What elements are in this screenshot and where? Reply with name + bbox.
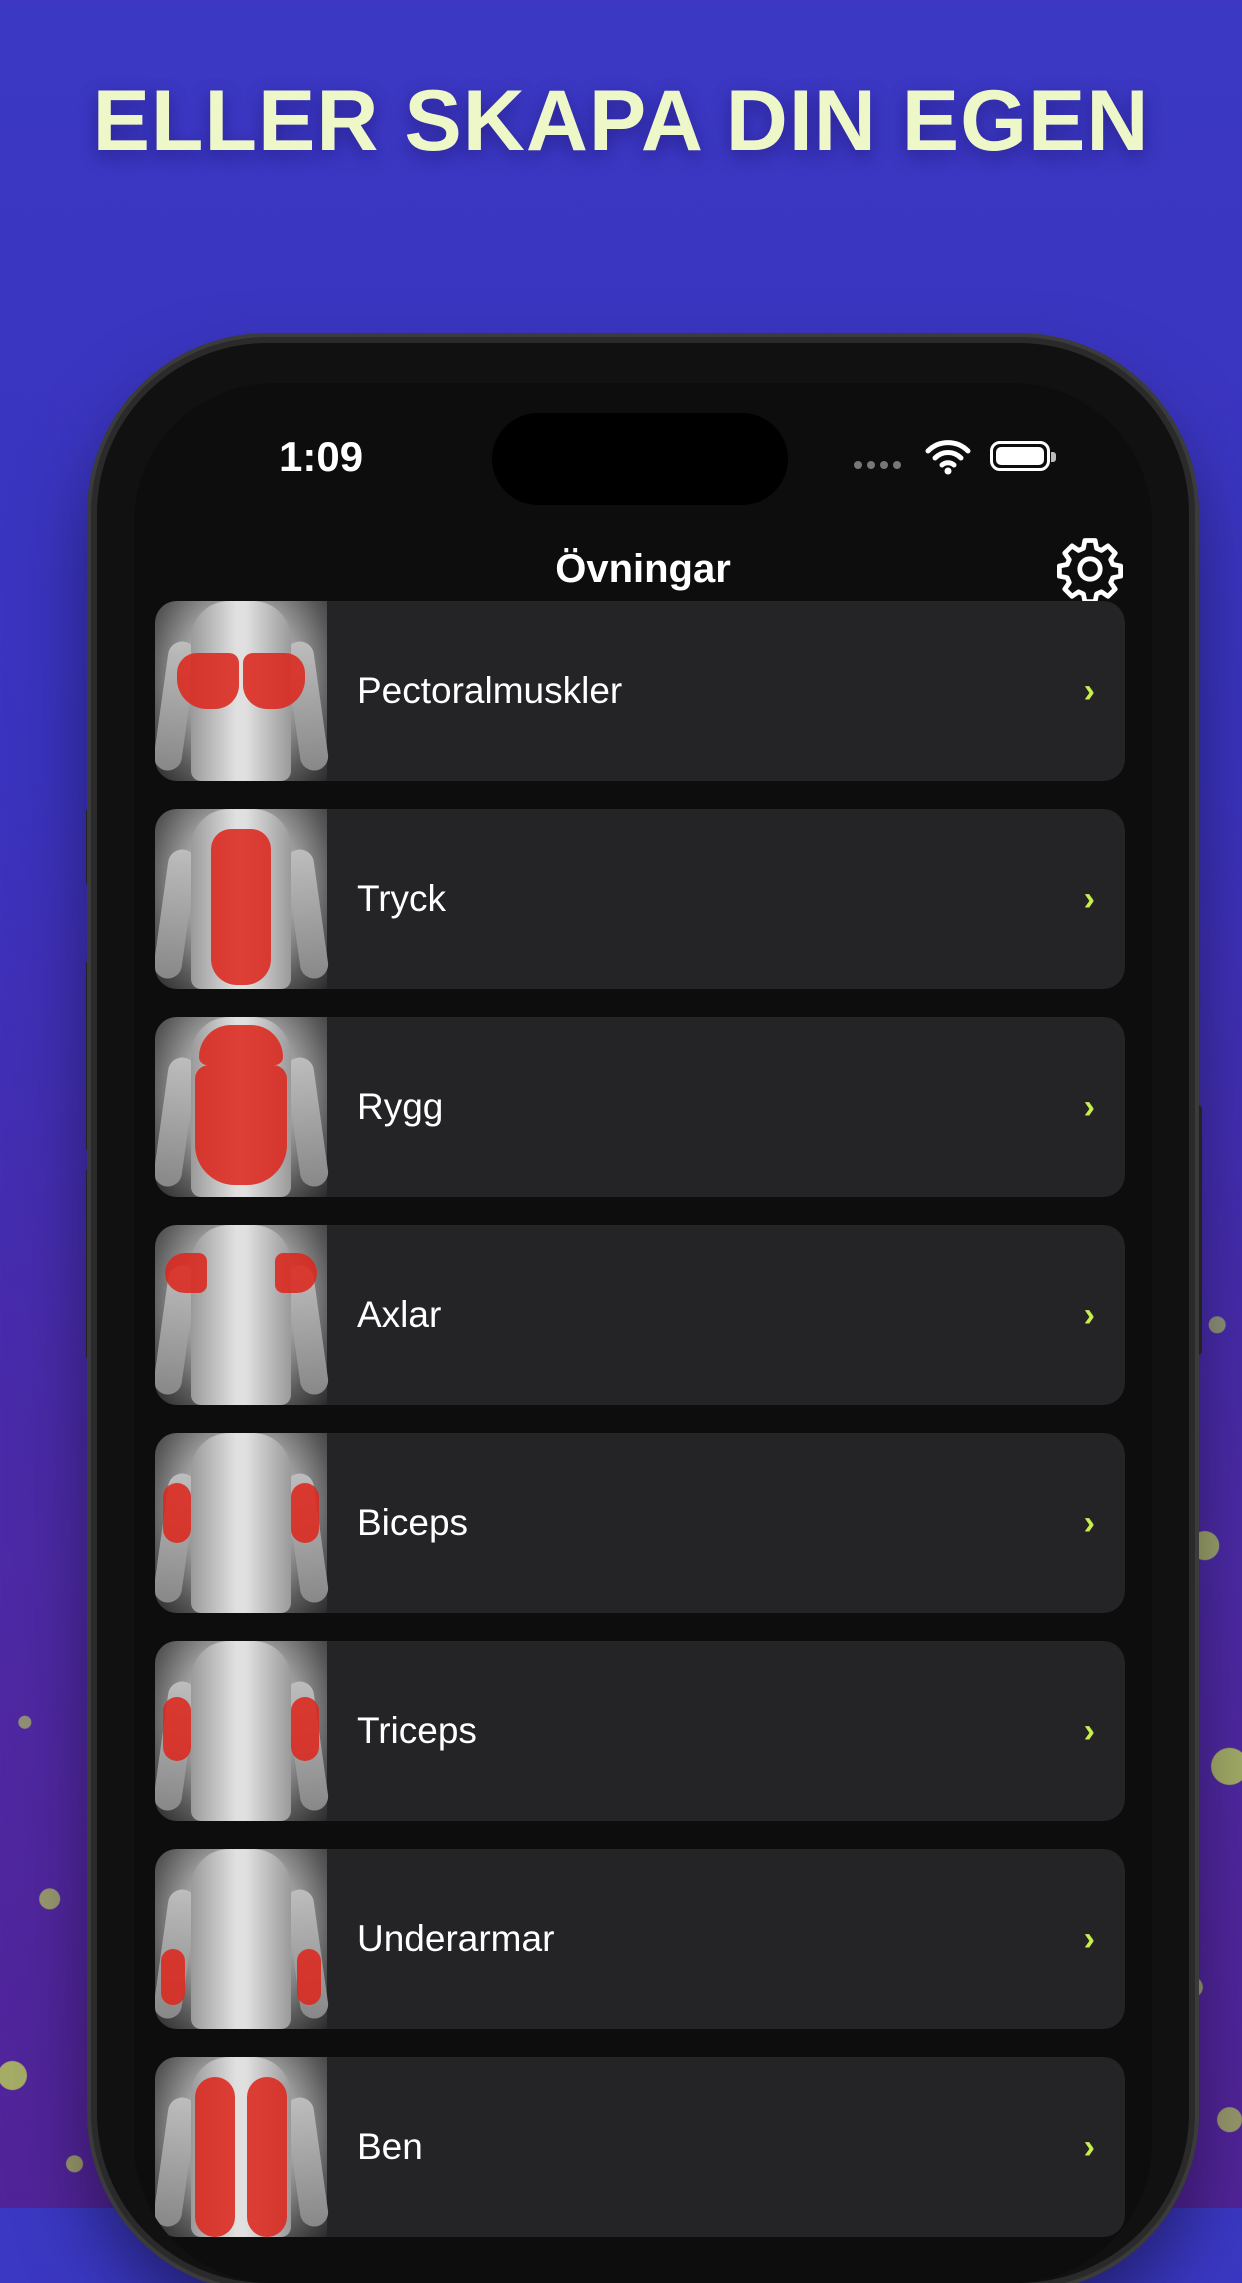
legs-muscle-image xyxy=(155,2057,330,2237)
list-item-triceps[interactable]: Triceps › xyxy=(155,1641,1125,1821)
battery-icon xyxy=(990,441,1056,471)
list-item-label: Biceps xyxy=(357,1502,469,1543)
chevron-right-icon: › xyxy=(1083,2128,1095,2166)
list-item-underarmar[interactable]: Underarmar › xyxy=(155,1849,1125,2029)
power-button xyxy=(1192,1105,1202,1355)
list-item-tryck[interactable]: Tryck › xyxy=(155,809,1125,989)
page-title: Övningar xyxy=(555,547,731,591)
list-item-label: Pectoralmuskler xyxy=(357,670,623,711)
app-screen: 1:09 Övningar Pectoralmuskler › Tryck › … xyxy=(134,383,1152,2283)
triceps-muscle-image xyxy=(155,1641,330,1821)
list-item-pectoralmuskler[interactable]: Pectoralmuskler › xyxy=(155,601,1125,781)
chevron-right-icon: › xyxy=(1083,1920,1095,1958)
chevron-right-icon: › xyxy=(1083,880,1095,918)
list-item-label: Tryck xyxy=(357,878,447,919)
gear-icon[interactable] xyxy=(1054,533,1126,605)
promo-headline: ELLER SKAPA DIN EGEN xyxy=(92,73,1150,169)
list-item-biceps[interactable]: Biceps › xyxy=(155,1433,1125,1613)
volume-up-button xyxy=(86,960,96,1152)
back-muscle-image xyxy=(155,1017,330,1197)
list-item-axlar[interactable]: Axlar › xyxy=(155,1225,1125,1405)
wifi-icon xyxy=(925,440,971,475)
list-item-label: Underarmar xyxy=(357,1918,555,1959)
chevron-right-icon: › xyxy=(1083,1088,1095,1126)
chevron-right-icon: › xyxy=(1083,1296,1095,1334)
list-item-label: Axlar xyxy=(357,1294,442,1335)
chevron-right-icon: › xyxy=(1083,1712,1095,1750)
forearms-muscle-image xyxy=(155,1849,330,2029)
chevron-right-icon: › xyxy=(1083,672,1095,710)
list-item-rygg[interactable]: Rygg › xyxy=(155,1017,1125,1197)
list-item-label: Ben xyxy=(357,2126,423,2167)
phone-frame: 1:09 Övningar Pectoralmuskler › Tryck › … xyxy=(97,343,1189,2283)
dynamic-island xyxy=(492,413,788,505)
list-item-label: Triceps xyxy=(357,1710,477,1751)
cellular-signal-icon xyxy=(854,461,901,469)
status-time: 1:09 xyxy=(279,433,364,480)
list-item-label: Rygg xyxy=(357,1086,444,1127)
silent-switch xyxy=(86,808,96,886)
chevron-right-icon: › xyxy=(1083,1504,1095,1542)
exercise-category-list: Pectoralmuskler › Tryck › Rygg › Axlar ›… xyxy=(155,601,1125,2265)
list-item-ben[interactable]: Ben › xyxy=(155,2057,1125,2237)
biceps-muscle-image xyxy=(155,1433,330,1613)
volume-down-button xyxy=(86,1168,96,1360)
shoulders-muscle-image xyxy=(155,1225,330,1405)
chest-muscle-image xyxy=(155,601,330,781)
abs-muscle-image xyxy=(155,809,330,989)
